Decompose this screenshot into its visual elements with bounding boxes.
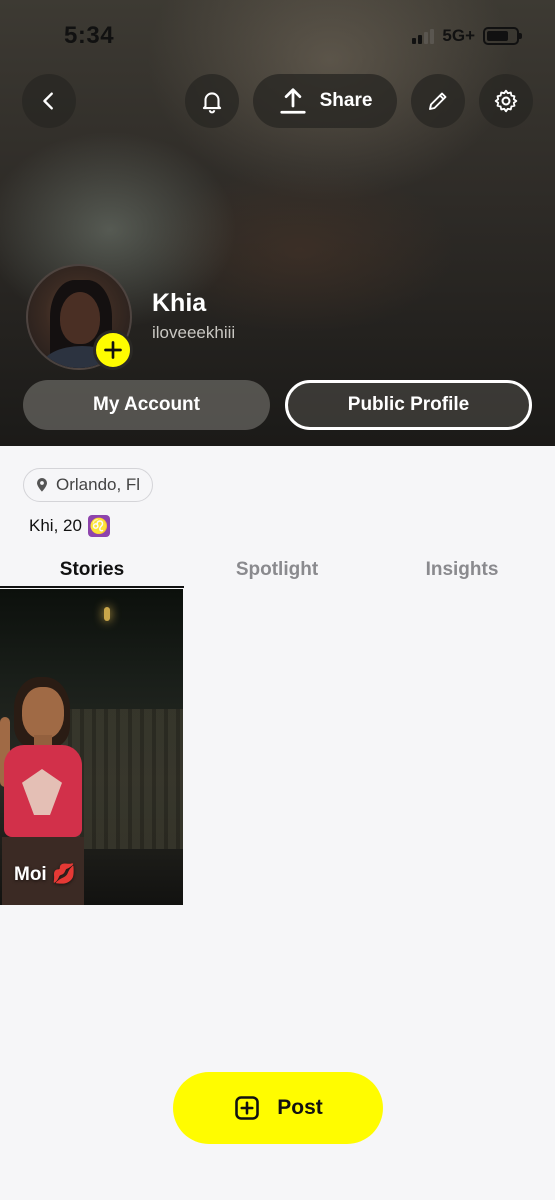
share-upload-icon xyxy=(279,88,306,114)
location-chip[interactable]: Orlando, Fl xyxy=(23,468,154,502)
notifications-button[interactable] xyxy=(185,74,239,128)
tab-spotlight[interactable]: Spotlight xyxy=(185,559,369,581)
add-story-button[interactable] xyxy=(93,330,133,370)
settings-button[interactable] xyxy=(479,74,533,128)
share-button[interactable]: Share xyxy=(253,74,397,128)
cellular-signal-icon xyxy=(412,28,435,44)
my-account-button[interactable]: My Account xyxy=(23,380,270,430)
plus-icon xyxy=(104,341,122,359)
story-caption: Moi 💋 xyxy=(14,862,76,886)
username: iloveeekhiii xyxy=(152,323,236,342)
active-tab-indicator xyxy=(0,586,184,588)
profile-header: 5:34 5G+ Share Khia iloveeekhiii My Acco… xyxy=(0,0,555,446)
display-name: Khia xyxy=(152,289,207,317)
edit-button[interactable] xyxy=(411,74,465,128)
add-post-icon xyxy=(235,1096,260,1120)
leo-zodiac-icon: ♌ xyxy=(87,515,110,537)
public-profile-button[interactable]: Public Profile xyxy=(285,380,532,430)
status-time: 5:34 xyxy=(64,22,115,49)
share-label: Share xyxy=(319,90,373,111)
battery-icon xyxy=(483,27,522,45)
chevron-left-icon xyxy=(43,92,53,110)
tab-stories[interactable]: Stories xyxy=(0,559,184,581)
profile-bio: Khi, 20 ♌ xyxy=(29,515,110,537)
status-indicators: 5G+ xyxy=(412,26,522,46)
bell-icon xyxy=(202,92,222,114)
network-type: 5G+ xyxy=(442,26,475,45)
back-button[interactable] xyxy=(22,74,76,128)
story-caption-text: Moi xyxy=(14,864,47,885)
pencil-icon xyxy=(429,92,447,110)
location-label: Orlando, Fl xyxy=(56,475,141,494)
post-label: Post xyxy=(277,1096,323,1119)
post-button[interactable]: Post xyxy=(173,1072,383,1144)
lamp-light xyxy=(104,607,110,621)
gear-icon xyxy=(494,89,518,113)
kiss-emoji: 💋 xyxy=(52,864,76,885)
bio-text: Khi, 20 xyxy=(29,516,82,535)
story-tile[interactable] xyxy=(0,589,183,905)
location-pin-icon xyxy=(37,478,47,492)
tab-insights[interactable]: Insights xyxy=(370,559,554,581)
